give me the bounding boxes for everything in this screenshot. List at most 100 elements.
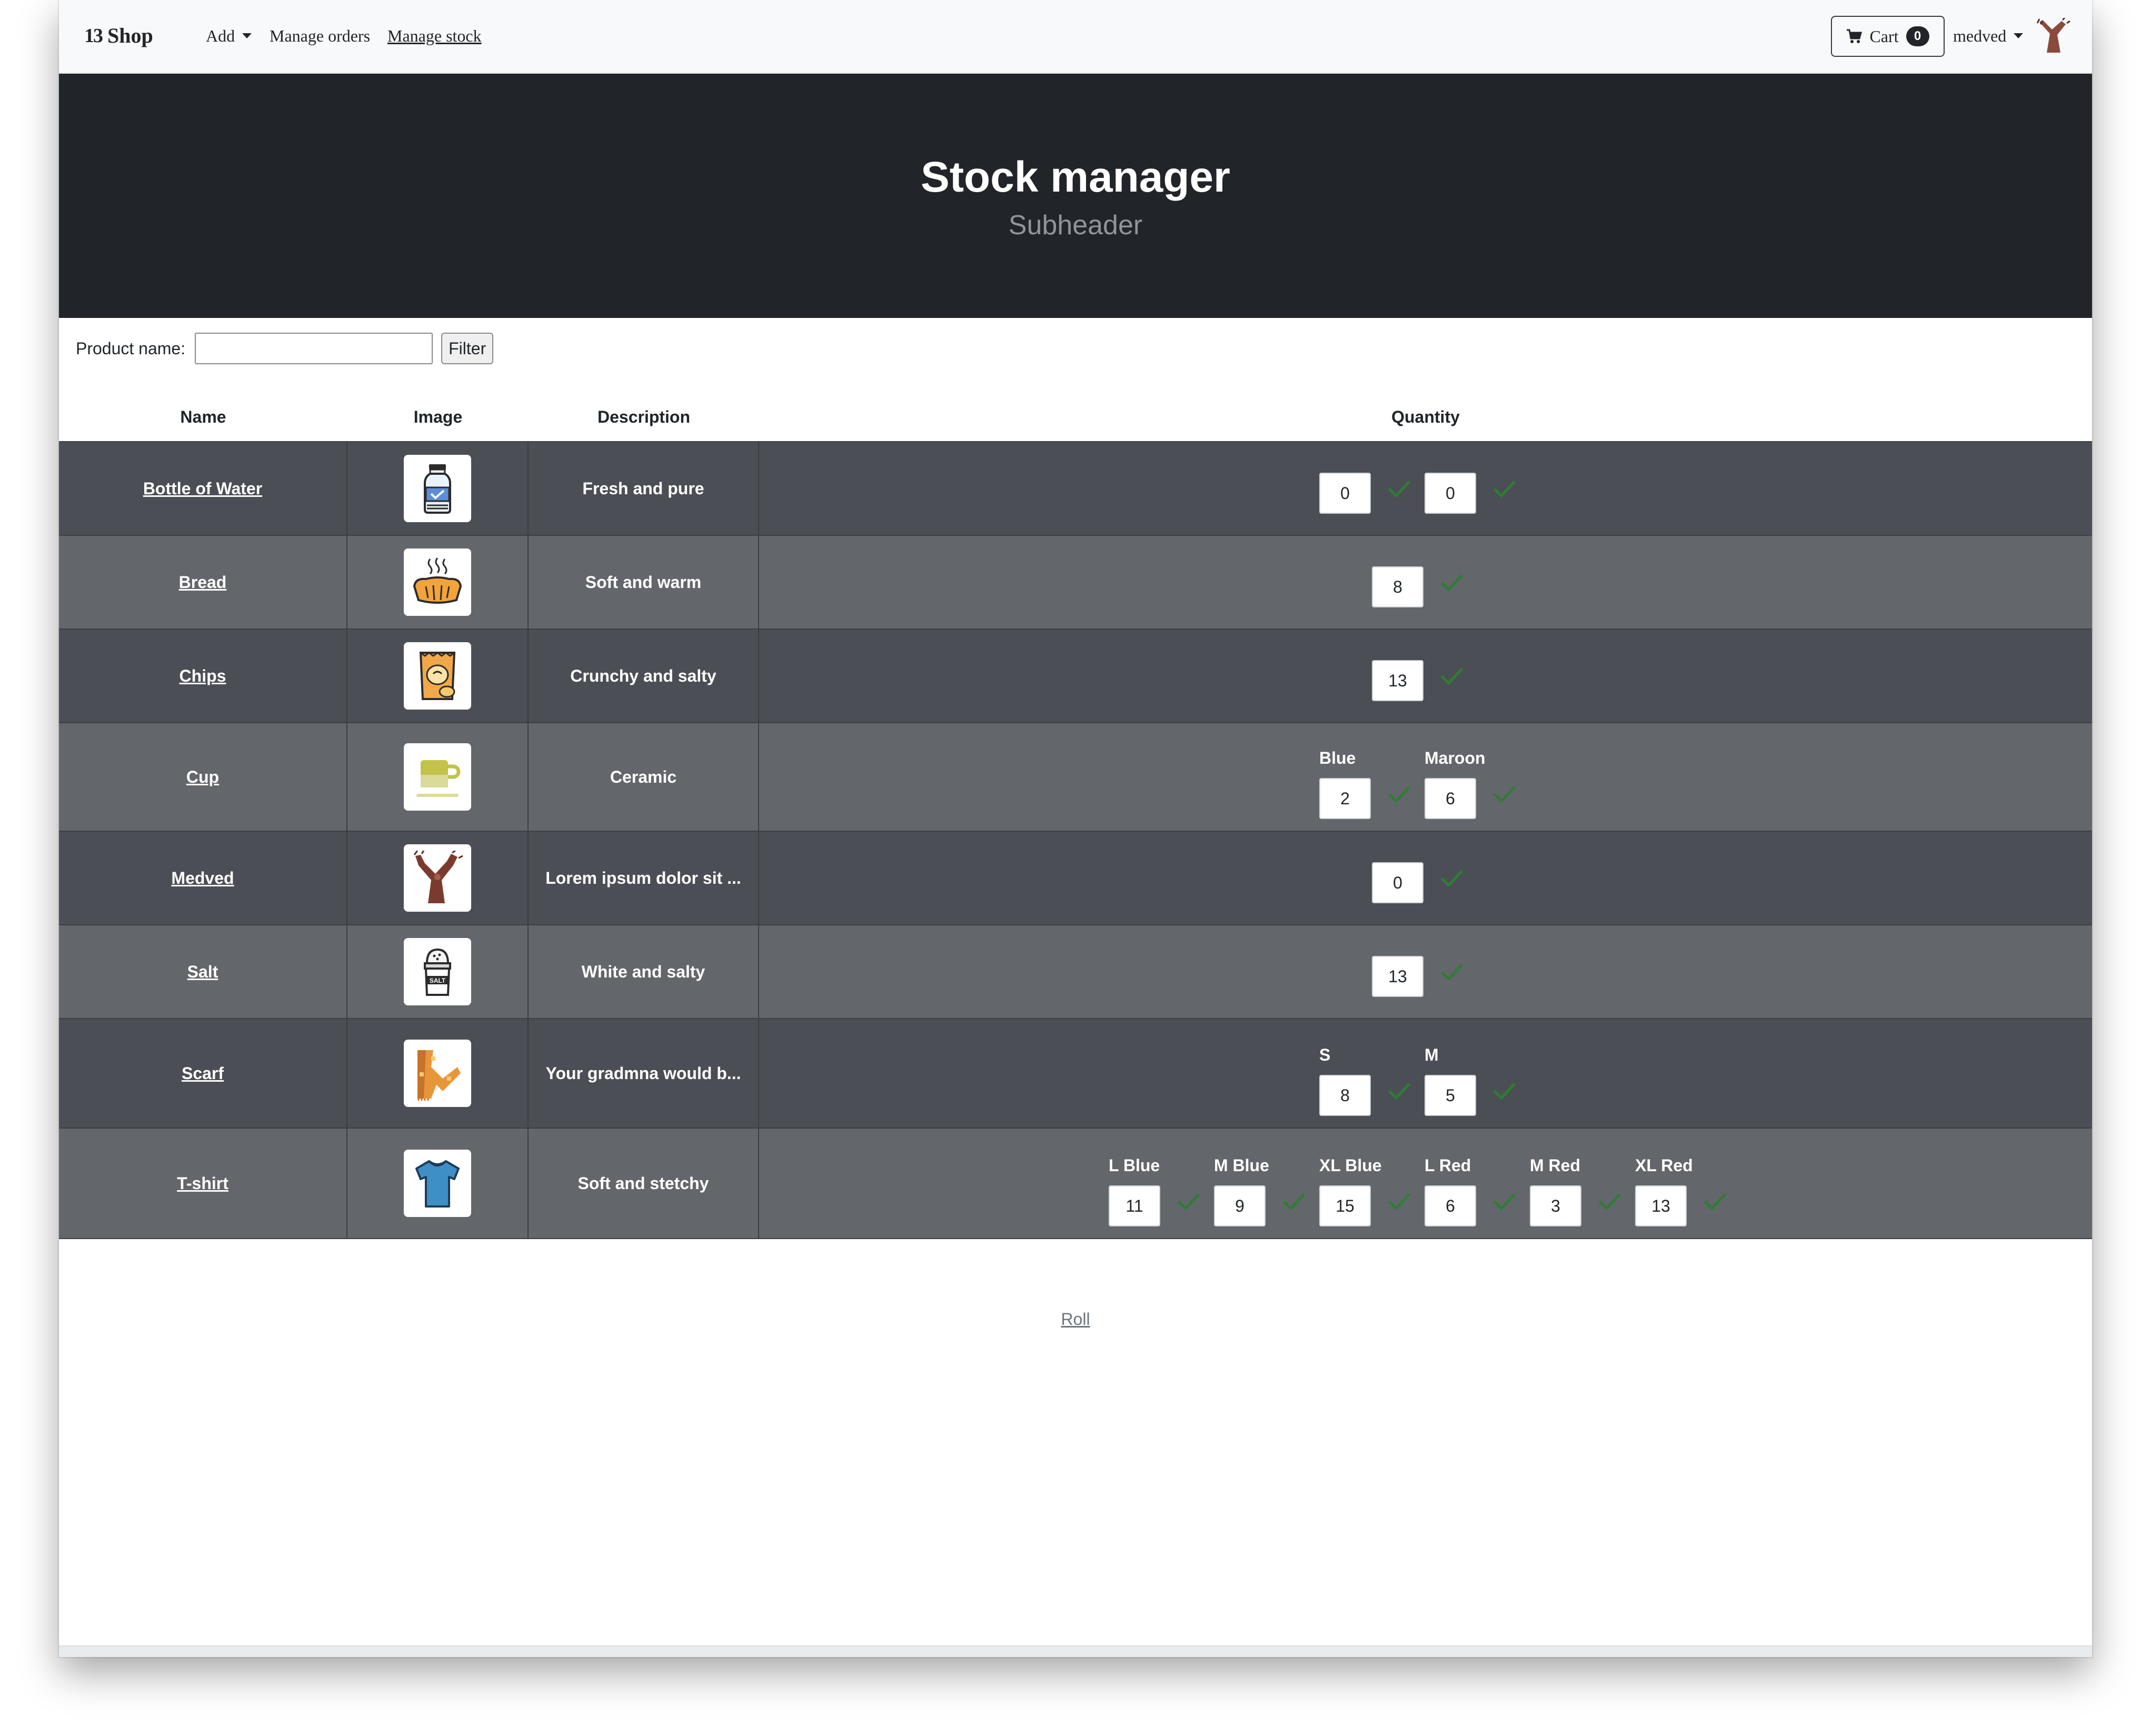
- horizontal-scrollbar[interactable]: [59, 1645, 2092, 1657]
- image-cell: SALT: [347, 925, 529, 1018]
- product-name-link[interactable]: Bottle of Water: [143, 479, 262, 498]
- tshirt-icon: [404, 1150, 471, 1217]
- confirm-check-icon[interactable]: [1388, 1081, 1411, 1102]
- confirm-check-icon[interactable]: [1493, 1192, 1516, 1213]
- quantity-input[interactable]: 5: [1425, 1075, 1476, 1116]
- product-name-link[interactable]: Scarf: [182, 1064, 224, 1083]
- confirm-check-icon[interactable]: [1493, 479, 1516, 500]
- svg-text:SALT: SALT: [430, 977, 446, 984]
- header-image: Image: [413, 407, 463, 426]
- product-name-link[interactable]: Cup: [186, 767, 219, 787]
- quantity-input[interactable]: 9: [1214, 1185, 1266, 1226]
- caret-down-icon: [2014, 33, 2024, 38]
- quantity-input[interactable]: 13: [1372, 956, 1423, 997]
- table-row: Cup Ceramic Blue 2 Maroon 6: [59, 722, 2092, 831]
- confirm-check-icon[interactable]: [1440, 962, 1463, 983]
- add-label: Add: [206, 26, 235, 45]
- cup-icon: [404, 743, 471, 811]
- quantity-group: 0: [1372, 832, 1477, 925]
- variant-label: Blue: [1319, 749, 1356, 767]
- product-name-link[interactable]: Salt: [187, 962, 218, 982]
- bread-icon: [404, 548, 471, 616]
- roll-link[interactable]: Roll: [59, 1310, 2092, 1329]
- image-cell: [347, 832, 529, 924]
- description-cell: Soft and warm: [529, 536, 759, 628]
- name-cell: Salt: [59, 925, 347, 1018]
- name-cell: Scarf: [59, 1019, 347, 1128]
- confirm-check-icon[interactable]: [1440, 573, 1463, 594]
- quantity-input[interactable]: 0: [1372, 862, 1423, 903]
- name-cell: Bread: [59, 536, 347, 628]
- water-bottle-icon: [404, 455, 471, 522]
- product-name-link[interactable]: T-shirt: [177, 1174, 228, 1193]
- user-dropdown[interactable]: medved: [1953, 26, 2024, 46]
- quantity-input[interactable]: 6: [1425, 1185, 1476, 1226]
- quantity-input[interactable]: 13: [1372, 660, 1423, 701]
- add-dropdown[interactable]: Add: [206, 26, 252, 46]
- description-cell: Fresh and pure: [529, 442, 759, 535]
- medved-avatar-icon[interactable]: [2032, 18, 2074, 55]
- product-name-link[interactable]: Medved: [171, 869, 234, 888]
- cart-button[interactable]: Cart 0: [1831, 16, 1945, 57]
- image-cell: [347, 442, 529, 535]
- quantity-input[interactable]: 13: [1635, 1185, 1687, 1226]
- quantity-input[interactable]: 15: [1319, 1185, 1371, 1226]
- confirm-check-icon[interactable]: [1493, 784, 1516, 805]
- quantity-input[interactable]: 0: [1425, 473, 1476, 514]
- quantity-group: L Blue 11: [1109, 1129, 1214, 1239]
- name-cell: Bottle of Water: [59, 442, 347, 535]
- quantity-input[interactable]: 6: [1425, 778, 1476, 819]
- table-row: Bread Soft and warm 8: [59, 535, 2092, 628]
- browser-window: 13 Shop Add Manage orders Manage stock C…: [59, 0, 2092, 1657]
- table-row: Chips Crunchy and salty 13: [59, 628, 2092, 722]
- quantity-input[interactable]: 0: [1319, 473, 1371, 514]
- quantity-input[interactable]: 11: [1109, 1185, 1160, 1226]
- quantity-input[interactable]: 8: [1372, 566, 1423, 607]
- confirm-check-icon[interactable]: [1388, 1192, 1411, 1213]
- filter-button[interactable]: Filter: [441, 333, 494, 364]
- confirm-check-icon[interactable]: [1493, 1081, 1516, 1102]
- table-row: Salt SALT White and salty 13: [59, 924, 2092, 1018]
- quantity-group: XL Blue 15: [1319, 1129, 1425, 1239]
- confirm-check-icon[interactable]: [1440, 869, 1463, 890]
- confirm-check-icon[interactable]: [1704, 1192, 1727, 1213]
- variant-label: M Red: [1530, 1156, 1580, 1175]
- quantity-input[interactable]: 8: [1319, 1075, 1371, 1116]
- hero-header: Stock manager Subheader: [59, 74, 2092, 318]
- variant-label: L Red: [1425, 1156, 1471, 1175]
- page-subtitle: Subheader: [1008, 210, 1143, 241]
- variant-label: M Blue: [1214, 1156, 1269, 1175]
- description-cell: Crunchy and salty: [529, 630, 759, 722]
- quantity-group: 8: [1372, 536, 1477, 630]
- quantity-group: M Blue 9: [1214, 1129, 1319, 1239]
- product-name-link[interactable]: Bread: [179, 573, 227, 592]
- quantity-group: 13: [1372, 630, 1477, 723]
- confirm-check-icon[interactable]: [1388, 479, 1411, 500]
- manage-stock-link[interactable]: Manage stock: [387, 26, 482, 46]
- brand[interactable]: 13 Shop: [84, 23, 153, 48]
- description-cell: White and salty: [529, 925, 759, 1018]
- quantity-group: XL Red 13: [1635, 1129, 1740, 1239]
- filter-bar: Product name: Filter: [76, 333, 494, 364]
- quantity-group: S8: [1319, 1019, 1425, 1129]
- quantity-group: 0: [1425, 442, 1530, 536]
- name-cell: Cup: [59, 723, 347, 831]
- salt-shaker-icon: SALT: [404, 938, 471, 1005]
- header-name: Name: [180, 407, 226, 426]
- confirm-check-icon[interactable]: [1177, 1192, 1200, 1213]
- table-row: Medved Lorem ipsum dolor sit ... 0: [59, 831, 2092, 924]
- confirm-check-icon[interactable]: [1388, 784, 1411, 805]
- confirm-check-icon[interactable]: [1440, 666, 1463, 687]
- confirm-check-icon[interactable]: [1598, 1192, 1621, 1213]
- quantity-input[interactable]: 2: [1319, 778, 1371, 819]
- product-name-link[interactable]: Chips: [180, 666, 226, 686]
- product-name-input[interactable]: [195, 333, 433, 364]
- cart-count-badge: 0: [1906, 26, 1929, 46]
- image-cell: [347, 723, 529, 831]
- navbar: 13 Shop Add Manage orders Manage stock C…: [59, 0, 2092, 74]
- manage-orders-link[interactable]: Manage orders: [270, 26, 370, 46]
- confirm-check-icon[interactable]: [1282, 1192, 1306, 1213]
- name-cell: Chips: [59, 630, 347, 722]
- quantity-input[interactable]: 3: [1530, 1185, 1581, 1226]
- description-cell: Your gradmna would b...: [529, 1019, 759, 1128]
